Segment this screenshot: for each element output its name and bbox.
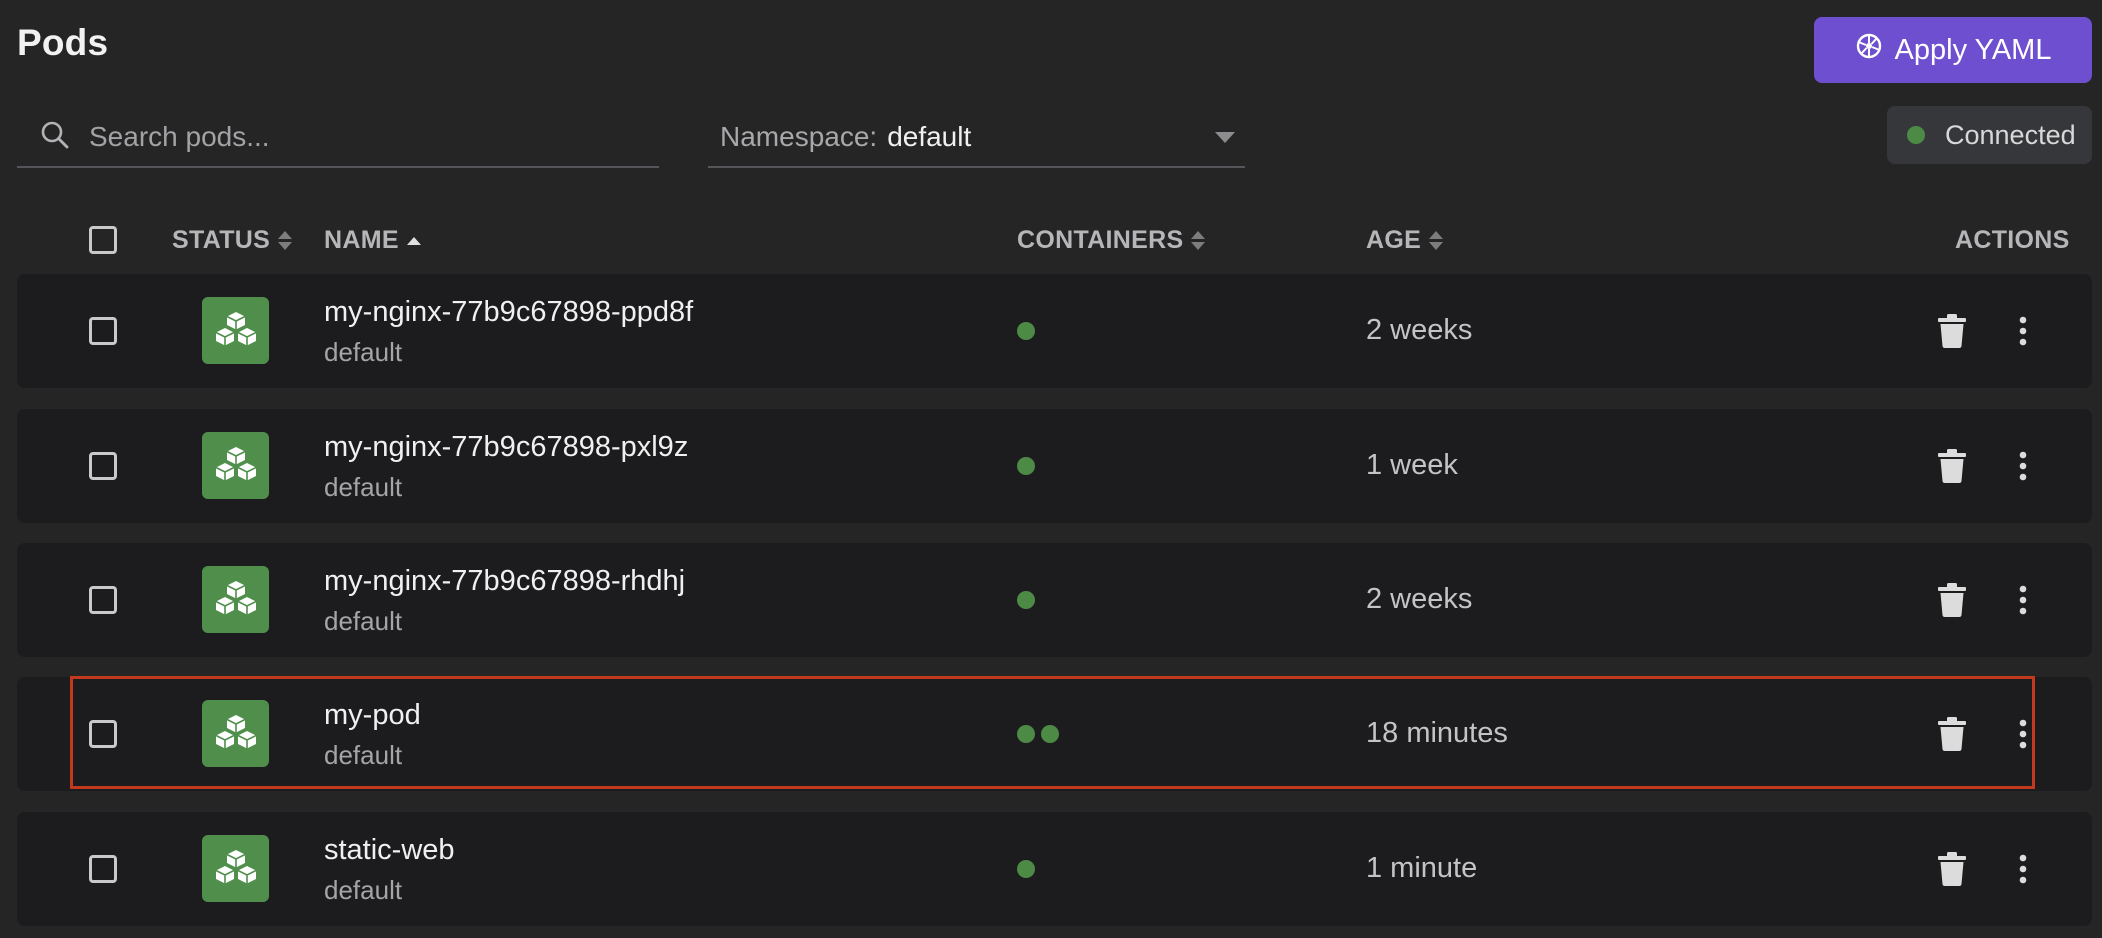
column-header-status-label: STATUS	[172, 226, 271, 254]
column-header-actions-label: ACTIONS	[1955, 226, 2070, 254]
pod-name[interactable]: my-nginx-77b9c67898-rhdhj	[324, 565, 685, 598]
connection-status-badge: Connected	[1887, 106, 2092, 164]
more-vertical-icon[interactable]	[2017, 583, 2029, 617]
column-header-age[interactable]: AGE	[1366, 226, 1444, 255]
containers-indicator	[1017, 860, 1035, 878]
status-cubes-icon	[202, 835, 269, 902]
row-checkbox[interactable]	[89, 452, 117, 480]
pod-namespace: default	[324, 875, 403, 905]
page-title: Pods	[17, 22, 109, 63]
search-input[interactable]	[87, 120, 659, 154]
containers-indicator	[1017, 322, 1035, 340]
pod-name[interactable]: my-nginx-77b9c67898-ppd8f	[324, 296, 693, 329]
sort-icon	[1191, 231, 1206, 250]
more-vertical-icon[interactable]	[2017, 852, 2029, 886]
column-header-actions: ACTIONS	[1955, 226, 2070, 255]
table-row[interactable]: static-web default 1 minute	[17, 812, 2092, 926]
table-row[interactable]: my-nginx-77b9c67898-pxl9z default 1 week	[17, 409, 2092, 523]
connection-status-dot	[1907, 126, 1925, 144]
pod-age: 18 minutes	[1366, 717, 1508, 749]
table-row[interactable]: my-pod default 18 minutes	[17, 676, 2092, 791]
pod-namespace: default	[324, 606, 403, 636]
search-icon	[17, 119, 71, 156]
trash-icon[interactable]	[1937, 449, 1967, 483]
sort-ascending-icon	[406, 236, 421, 245]
status-cubes-icon	[202, 297, 269, 364]
container-status-dot	[1017, 457, 1035, 475]
more-vertical-icon[interactable]	[2017, 449, 2029, 483]
row-checkbox[interactable]	[89, 855, 117, 883]
pod-name[interactable]: static-web	[324, 834, 455, 867]
containers-indicator	[1017, 457, 1035, 475]
column-header-name[interactable]: NAME	[324, 226, 421, 255]
row-checkbox[interactable]	[89, 586, 117, 614]
row-checkbox[interactable]	[89, 720, 117, 748]
column-header-containers[interactable]: CONTAINERS	[1017, 226, 1206, 255]
container-status-dot	[1017, 725, 1035, 743]
container-status-dot	[1017, 860, 1035, 878]
table-header: STATUS NAME CONTAINERS AGE ACTIONS	[17, 214, 2092, 266]
sort-icon	[278, 231, 293, 250]
namespace-value: default	[887, 121, 972, 152]
container-status-dot	[1017, 322, 1035, 340]
search-box	[17, 108, 659, 168]
status-cubes-icon	[202, 700, 269, 767]
status-cubes-icon	[202, 432, 269, 499]
container-status-dot	[1041, 725, 1059, 743]
column-header-status[interactable]: STATUS	[172, 226, 293, 255]
apply-yaml-button[interactable]: Apply YAML	[1814, 17, 2092, 83]
more-vertical-icon[interactable]	[2017, 314, 2029, 348]
containers-indicator	[1017, 591, 1035, 609]
trash-icon[interactable]	[1937, 852, 1967, 886]
containers-indicator	[1017, 725, 1059, 743]
column-header-containers-label: CONTAINERS	[1017, 226, 1184, 254]
pod-age: 1 week	[1366, 449, 1458, 481]
pod-name[interactable]: my-pod	[324, 699, 421, 732]
pod-age: 2 weeks	[1366, 314, 1473, 346]
pod-age: 1 minute	[1366, 852, 1478, 884]
more-vertical-icon[interactable]	[2017, 717, 2029, 751]
column-header-age-label: AGE	[1366, 226, 1422, 254]
pod-namespace: default	[324, 472, 403, 502]
pod-namespace: default	[324, 740, 403, 770]
table-row[interactable]: my-nginx-77b9c67898-ppd8f default 2 week…	[17, 274, 2092, 388]
trash-icon[interactable]	[1937, 583, 1967, 617]
trash-icon[interactable]	[1937, 314, 1967, 348]
status-cubes-icon	[202, 566, 269, 633]
trash-icon[interactable]	[1937, 717, 1967, 751]
connection-status-label: Connected	[1945, 119, 2076, 150]
select-all-checkbox[interactable]	[89, 226, 117, 254]
apply-yaml-label: Apply YAML	[1894, 33, 2052, 66]
kubernetes-wheel-icon	[1855, 32, 1883, 68]
namespace-select[interactable]: Namespace: default	[708, 108, 1245, 168]
container-status-dot	[1017, 591, 1035, 609]
pods-page: Pods Apply YAML Search pods... Namespace…	[0, 0, 2102, 938]
pod-namespace: default	[324, 337, 403, 367]
pod-age: 2 weeks	[1366, 583, 1473, 615]
table-row[interactable]: my-nginx-77b9c67898-rhdhj default 2 week…	[17, 543, 2092, 657]
row-checkbox[interactable]	[89, 317, 117, 345]
column-header-name-label: NAME	[324, 226, 399, 254]
chevron-down-icon	[1215, 132, 1235, 143]
pod-name[interactable]: my-nginx-77b9c67898-pxl9z	[324, 431, 688, 464]
namespace-label: Namespace:	[720, 121, 878, 152]
sort-icon	[1429, 231, 1444, 250]
